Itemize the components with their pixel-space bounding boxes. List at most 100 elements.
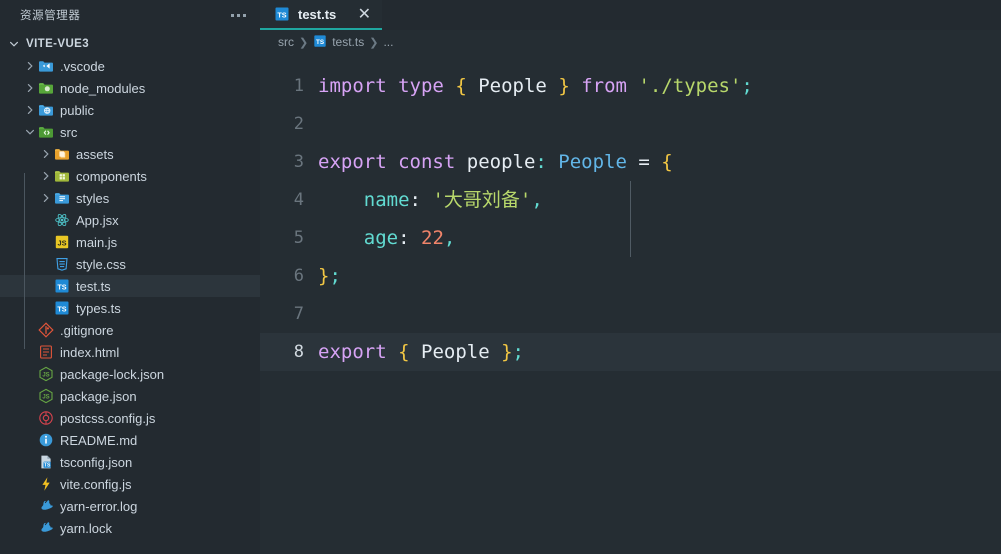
tree-item-label: components	[76, 168, 147, 184]
explorer-header: 资源管理器	[0, 0, 260, 30]
tree-file-types-ts[interactable]: TS types.ts	[0, 297, 260, 319]
tree-file--gitignore[interactable]: .gitignore	[0, 319, 260, 341]
tree-folder--vscode[interactable]: .vscode	[0, 55, 260, 77]
tab-label: test.ts	[298, 6, 337, 22]
svg-text:JS: JS	[57, 239, 66, 248]
tree-folder-node-modules[interactable]: node_modules	[0, 77, 260, 99]
tree-folder-styles[interactable]: styles	[0, 187, 260, 209]
tree-file-tsconfig-json[interactable]: TS tsconfig.json	[0, 451, 260, 473]
more-actions-icon[interactable]	[231, 13, 246, 17]
tree-file-readme-md[interactable]: README.md	[0, 429, 260, 451]
tree-item-label: yarn.lock	[60, 520, 113, 536]
code-line-text: import type { People } from './types';	[318, 75, 753, 97]
tsconfig-icon: TS	[38, 454, 54, 470]
line-number: 6	[293, 266, 304, 286]
code-line-text: export { People };	[318, 341, 524, 363]
tree-item-label: node_modules	[60, 80, 146, 96]
javascript-icon: JS	[54, 234, 70, 250]
chevron-right-icon[interactable]	[22, 83, 38, 93]
tree-item-label: index.html	[60, 344, 120, 360]
folder-styles-icon	[54, 190, 70, 206]
folder-assets-icon	[54, 146, 70, 162]
line-number: 7	[293, 304, 304, 324]
tree-root-label: VITE-VUE3	[26, 38, 90, 50]
line-number: 3	[293, 152, 304, 172]
tree-file-index-html[interactable]: index.html	[0, 341, 260, 363]
chevron-right-icon[interactable]	[22, 61, 38, 71]
chevron-right-icon[interactable]	[38, 193, 54, 203]
svg-text:JS: JS	[42, 373, 49, 379]
code-line-2[interactable]: 2	[260, 105, 1001, 143]
code-editor[interactable]: 1 import type { People } from './types'; 2…	[260, 54, 1001, 554]
tree-folder-public[interactable]: public	[0, 99, 260, 121]
tab-bar: TS test.ts ✕	[260, 0, 1001, 30]
tree-item-label: package-lock.json	[60, 366, 165, 382]
vscode-window: 资源管理器 VITE-VUE3 .vscode node_modulespublic…	[0, 0, 1001, 554]
tree-file-style-css[interactable]: style.css	[0, 253, 260, 275]
chevron-right-icon[interactable]	[22, 105, 38, 115]
tree-indent-guide	[24, 173, 25, 349]
typescript-icon: TS	[54, 278, 70, 294]
tree-item-label: vite.config.js	[60, 476, 132, 492]
breadcrumb-src[interactable]: src	[278, 35, 294, 49]
nodejs-json-icon: JS	[38, 366, 54, 382]
line-number: 5	[293, 228, 304, 248]
editor-indent-guide	[630, 181, 631, 257]
tree-item-label: styles	[76, 190, 110, 206]
line-number: 1	[293, 76, 304, 96]
info-readme-icon	[38, 432, 54, 448]
explorer-sidebar: 资源管理器 VITE-VUE3 .vscode node_modulespublic…	[0, 0, 260, 554]
chevron-right-icon[interactable]	[38, 149, 54, 159]
chevron-down-icon[interactable]	[6, 39, 22, 49]
folder-vscode-icon	[38, 58, 54, 74]
tree-item-label: .vscode	[60, 58, 105, 74]
tree-folder-assets[interactable]: assets	[0, 143, 260, 165]
breadcrumb-file[interactable]: test.ts	[332, 35, 364, 49]
tree-folder-components[interactable]: components	[0, 165, 260, 187]
folder-node-icon	[38, 80, 54, 96]
tree-item-label: assets	[76, 146, 114, 162]
tree-item-label: public	[60, 102, 94, 118]
git-icon	[38, 322, 54, 338]
chevron-right-icon[interactable]	[38, 171, 54, 181]
tree-file-package-lock-json[interactable]: JS package-lock.json	[0, 363, 260, 385]
tree-file-test-ts[interactable]: TS test.ts	[0, 275, 260, 297]
tree-folder-src[interactable]: src	[0, 121, 260, 143]
code-line-text: };	[318, 265, 341, 287]
tree-item-label: src	[60, 124, 78, 140]
tree-file-yarn-error-log[interactable]: yarn-error.log	[0, 495, 260, 517]
tab-test-ts[interactable]: TS test.ts ✕	[260, 0, 383, 30]
tree-root-vite-vue3[interactable]: VITE-VUE3	[0, 33, 260, 55]
breadcrumb-symbol[interactable]: ...	[383, 35, 393, 49]
folder-components-icon	[54, 168, 70, 184]
tree-item-label: README.md	[60, 432, 138, 448]
tree-file-vite-config-js[interactable]: vite.config.js	[0, 473, 260, 495]
code-line-8[interactable]: 8 export { People };	[260, 333, 1001, 371]
folder-src-icon	[38, 124, 54, 140]
postcss-icon	[38, 410, 54, 426]
tree-file-yarn-lock[interactable]: yarn.lock	[0, 517, 260, 539]
line-number: 8	[293, 342, 304, 362]
code-line-text: age: 22,	[363, 227, 456, 249]
code-line-text: export const people: People = {	[318, 151, 673, 173]
tree-item-label: style.css	[76, 256, 126, 272]
code-line-7[interactable]: 7	[260, 295, 1001, 333]
line-number: 4	[293, 190, 304, 210]
html-icon	[38, 344, 54, 360]
tree-file-app-jsx[interactable]: App.jsx	[0, 209, 260, 231]
tree-file-package-json[interactable]: JS package.json	[0, 385, 260, 407]
svg-text:TS: TS	[316, 39, 324, 46]
tree-file-postcss-config-js[interactable]: postcss.config.js	[0, 407, 260, 429]
yarn-icon	[38, 498, 54, 514]
svg-text:TS: TS	[57, 282, 66, 291]
code-line-3[interactable]: 3 export const people: People = {	[260, 143, 1001, 181]
yarn-icon	[38, 520, 54, 536]
tree-file-main-js[interactable]: JS main.js	[0, 231, 260, 253]
breadcrumb: src ❯ TS test.ts ❯ ...	[260, 30, 1001, 54]
chevron-down-icon[interactable]	[22, 127, 38, 137]
code-line-6[interactable]: 6};	[260, 257, 1001, 295]
close-icon[interactable]: ✕	[356, 6, 372, 23]
tree-item-label: postcss.config.js	[60, 410, 156, 426]
code-line-1[interactable]: 1 import type { People } from './types';	[260, 67, 1001, 105]
file-tree: VITE-VUE3 .vscode node_modulespublic src ass…	[0, 30, 260, 554]
